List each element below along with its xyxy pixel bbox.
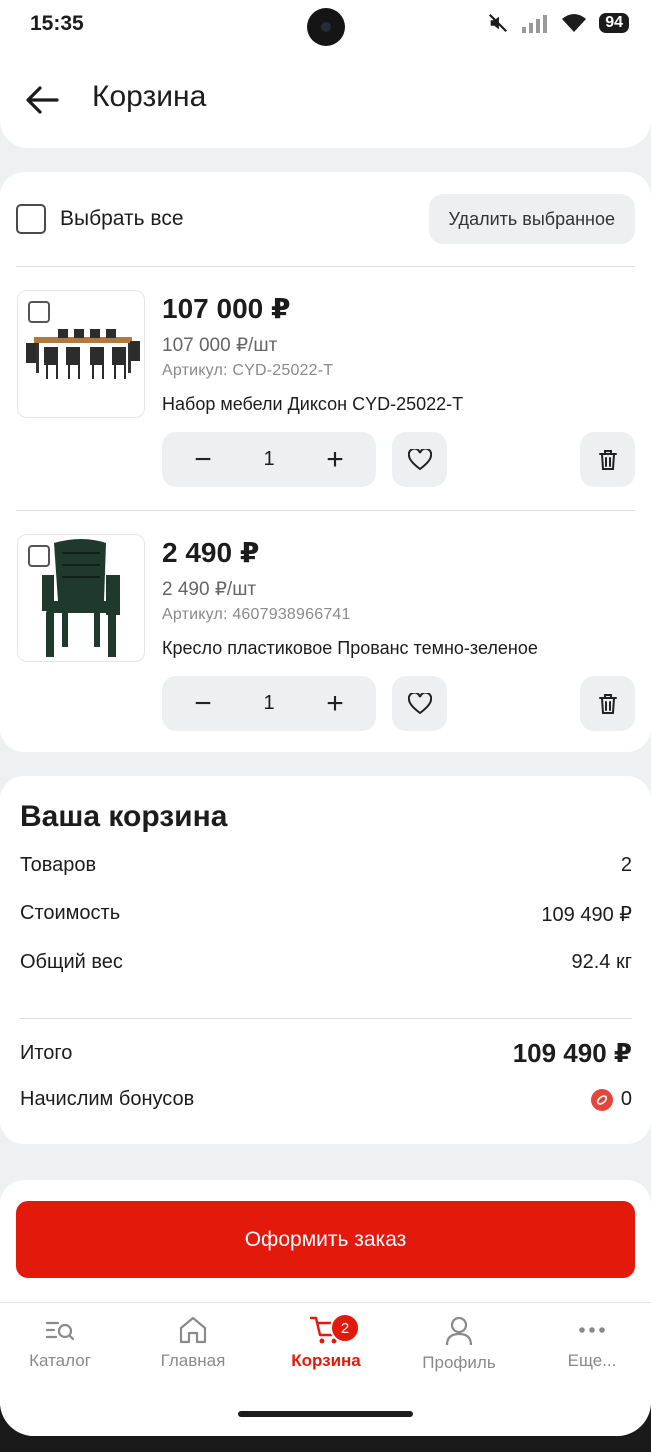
items-count-label: Товаров [20,854,97,876]
decrease-quantity-button[interactable]: − [188,688,218,719]
item-price: 107 000 ₽ [162,293,291,324]
nav-label: Корзина [291,1351,361,1370]
divider [20,1018,632,1019]
item-checkbox[interactable] [28,301,50,323]
header: 15:35 94 Корзина [0,0,651,148]
quantity-stepper: − 1 + [162,676,376,731]
product-image[interactable] [17,534,145,662]
back-button[interactable] [22,80,62,120]
cart-item: 2 490 ₽ 2 490 ₽/шт Артикул: 460793896674… [0,534,651,734]
select-all-label: Выбрать все [60,207,184,230]
nav-item-catalog[interactable]: Каталог [0,1315,120,1371]
summary-row-items: Товаров 2 [20,854,632,877]
nav-item-profile[interactable]: Профиль [399,1315,519,1373]
item-checkbox[interactable] [28,545,50,567]
item-price: 2 490 ₽ [162,537,260,568]
divider [16,266,635,267]
weight-value: 92.4 кг [571,951,632,973]
items-count-value: 2 [620,854,632,876]
delete-item-button[interactable] [580,676,635,731]
bonus-value: 0 [620,1088,632,1110]
item-name[interactable]: Кресло пластиковое Прованс темно-зеленое [162,638,538,659]
quantity-value: 1 [263,448,275,470]
total-value: 109 490 ₽ [512,1038,632,1068]
favorite-button[interactable] [392,676,447,731]
camera-cutout [307,8,345,46]
item-sku: Артикул: CYD-25022-T [162,362,334,379]
more-icon [579,1327,605,1333]
trash-icon [598,449,617,470]
delete-selected-button[interactable]: Удалить выбранное [428,194,635,244]
page-title: Корзина [92,80,207,113]
cart-item: 107 000 ₽ 107 000 ₽/шт Артикул: CYD-2502… [0,290,651,490]
wifi-icon [562,14,587,32]
catalog-icon [45,1321,75,1341]
item-unit-price: 107 000 ₽/шт [162,335,278,356]
item-name[interactable]: Набор мебели Диксон CYD-25022-T [162,394,463,415]
summary-title: Ваша корзина [20,800,228,833]
signal-icon [522,15,548,33]
decrease-quantity-button[interactable]: − [188,444,218,475]
total-label: Итого [20,1042,73,1064]
increase-quantity-button[interactable]: + [320,444,350,475]
nav-item-more[interactable]: Еще... [532,1315,651,1371]
cart-summary-card: Ваша корзина Товаров 2 Стоимость 109 490… [0,776,651,1144]
home-indicator[interactable] [238,1411,413,1417]
product-image[interactable] [17,290,145,418]
cart-count-badge: 2 [330,1313,360,1343]
cost-value: 109 490 ₽ [541,904,632,926]
profile-icon [445,1316,473,1346]
checkout-area: Оформить заказ [0,1180,651,1304]
heart-icon [407,692,432,714]
status-time: 15:35 [30,12,84,35]
nav-item-cart[interactable]: 2 Корзина [266,1313,386,1371]
home-icon [179,1316,207,1344]
select-all-checkbox[interactable]: Выбрать все [16,204,184,234]
summary-row-cost: Стоимость 109 490 ₽ [20,902,632,927]
checkout-button[interactable]: Оформить заказ [16,1201,635,1278]
nav-item-home[interactable]: Главная [133,1315,253,1371]
bottom-nav: Каталог Главная 2 Корзина Профиль Еще... [0,1302,651,1436]
mute-icon [489,13,508,33]
status-icons: 94 [487,12,629,34]
weight-label: Общий вес [20,951,123,973]
bonus-label: Начислим бонусов [20,1088,195,1110]
nav-label: Профиль [422,1353,496,1372]
summary-row-total: Итого 109 490 ₽ [20,1038,632,1069]
item-sku: Артикул: 4607938966741 [162,606,351,623]
summary-row-bonus: Начислим бонусов 0 [20,1088,632,1111]
favorite-button[interactable] [392,432,447,487]
quantity-stepper: − 1 + [162,432,376,487]
nav-label: Каталог [29,1351,91,1370]
arrow-left-icon [26,86,59,114]
delete-item-button[interactable] [580,432,635,487]
cost-label: Стоимость [20,902,121,924]
checkbox[interactable] [16,204,46,234]
divider [16,510,635,511]
quantity-value: 1 [263,692,275,714]
battery-indicator: 94 [599,13,629,33]
nav-label: Главная [160,1351,226,1370]
trash-icon [598,693,617,714]
cart-items-card: Выбрать все Удалить выбранное 107 000 ₽ … [0,172,651,752]
heart-icon [407,448,432,470]
bonus-value-wrap: 0 [590,1088,632,1111]
bonus-coin-icon [590,1088,613,1111]
summary-row-weight: Общий вес 92.4 кг [20,951,632,974]
screen: 15:35 94 Корзина Выбрать все Удалить выб… [0,0,651,1436]
increase-quantity-button[interactable]: + [320,688,350,719]
item-unit-price: 2 490 ₽/шт [162,579,257,600]
nav-label: Еще... [567,1351,617,1370]
